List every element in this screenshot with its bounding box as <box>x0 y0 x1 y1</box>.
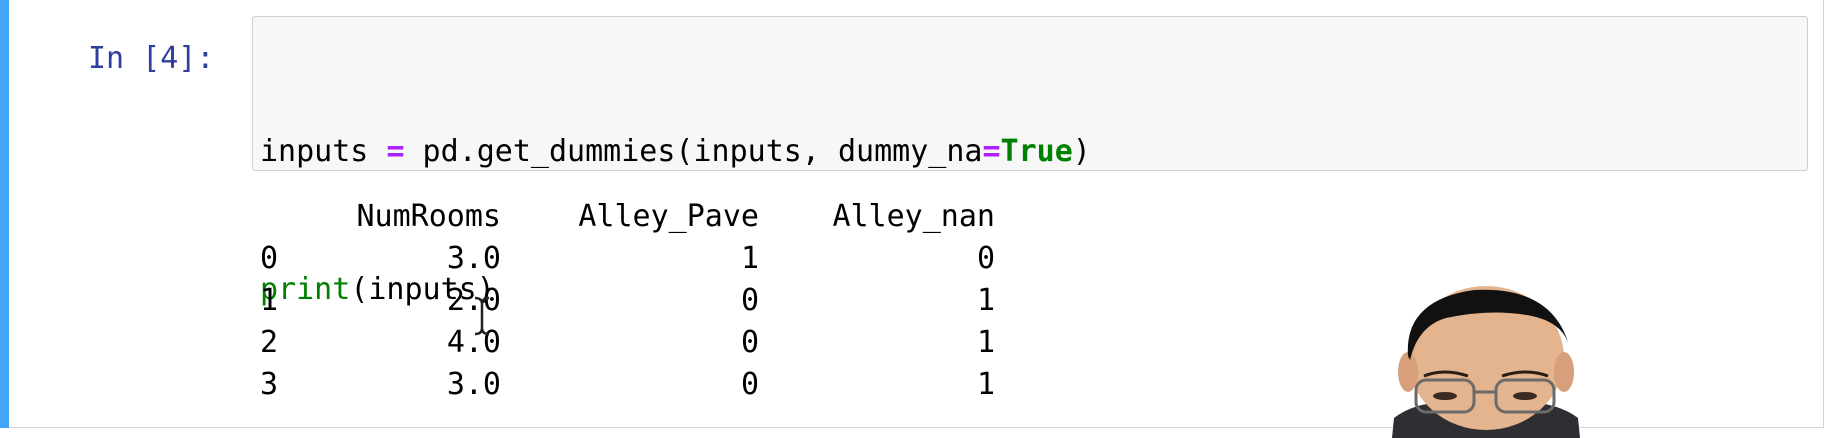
cell-selection-indicator <box>0 0 9 428</box>
table-cell: 3.0 <box>446 367 501 402</box>
index-header <box>260 196 310 238</box>
table-row: 0 3.0 1 0 <box>260 238 995 280</box>
code-token: pd.get_dummies(inputs, dummy_na <box>404 134 983 169</box>
table-cell: 0 <box>740 367 759 402</box>
table-cell: 3.0 <box>446 241 501 276</box>
table-row: 3 3.0 0 1 <box>260 364 995 406</box>
table-row: 1 2.0 0 1 <box>260 280 995 322</box>
row-index: 0 <box>260 241 279 276</box>
row-index: 3 <box>260 367 279 402</box>
row-index: 2 <box>260 325 279 360</box>
table-cell: 1 <box>976 325 995 360</box>
presenter-webcam <box>1382 286 1588 438</box>
table-cell: 1 <box>740 241 759 276</box>
input-prompt: In [4]: <box>88 41 215 76</box>
column-header: NumRooms <box>356 199 502 234</box>
cell-output: NumRooms Alley_Pave Alley_nan 0 3.0 1 0 … <box>260 196 995 406</box>
table-cell: 0 <box>976 241 995 276</box>
row-index: 1 <box>260 283 279 318</box>
code-line[interactable]: inputs = pd.get_dummies(inputs, dummy_na… <box>260 129 1091 175</box>
code-token-operator: = <box>386 134 405 169</box>
table-cell: 0 <box>740 283 759 318</box>
column-header: Alley_nan <box>832 199 995 234</box>
code-token: ) <box>1072 134 1091 169</box>
code-editor[interactable]: inputs = pd.get_dummies(inputs, dummy_na… <box>252 16 1808 307</box>
dataframe-output: NumRooms Alley_Pave Alley_nan 0 3.0 1 0 … <box>260 196 995 406</box>
table-cell: 0 <box>740 325 759 360</box>
code-token: inputs <box>260 134 387 169</box>
table-cell: 1 <box>976 367 995 402</box>
i-beam-cursor-icon <box>474 296 490 336</box>
table-cell: 1 <box>976 283 995 318</box>
code-token-operator: = <box>982 134 1001 169</box>
table-header-row: NumRooms Alley_Pave Alley_nan <box>260 196 996 238</box>
code-token-keyword: True <box>1000 134 1073 169</box>
column-header: Alley_Pave <box>578 199 759 234</box>
table-row: 2 4.0 0 1 <box>260 322 995 364</box>
notebook: In [4]: inputs = pd.get_dummies(inputs, … <box>0 0 1824 438</box>
